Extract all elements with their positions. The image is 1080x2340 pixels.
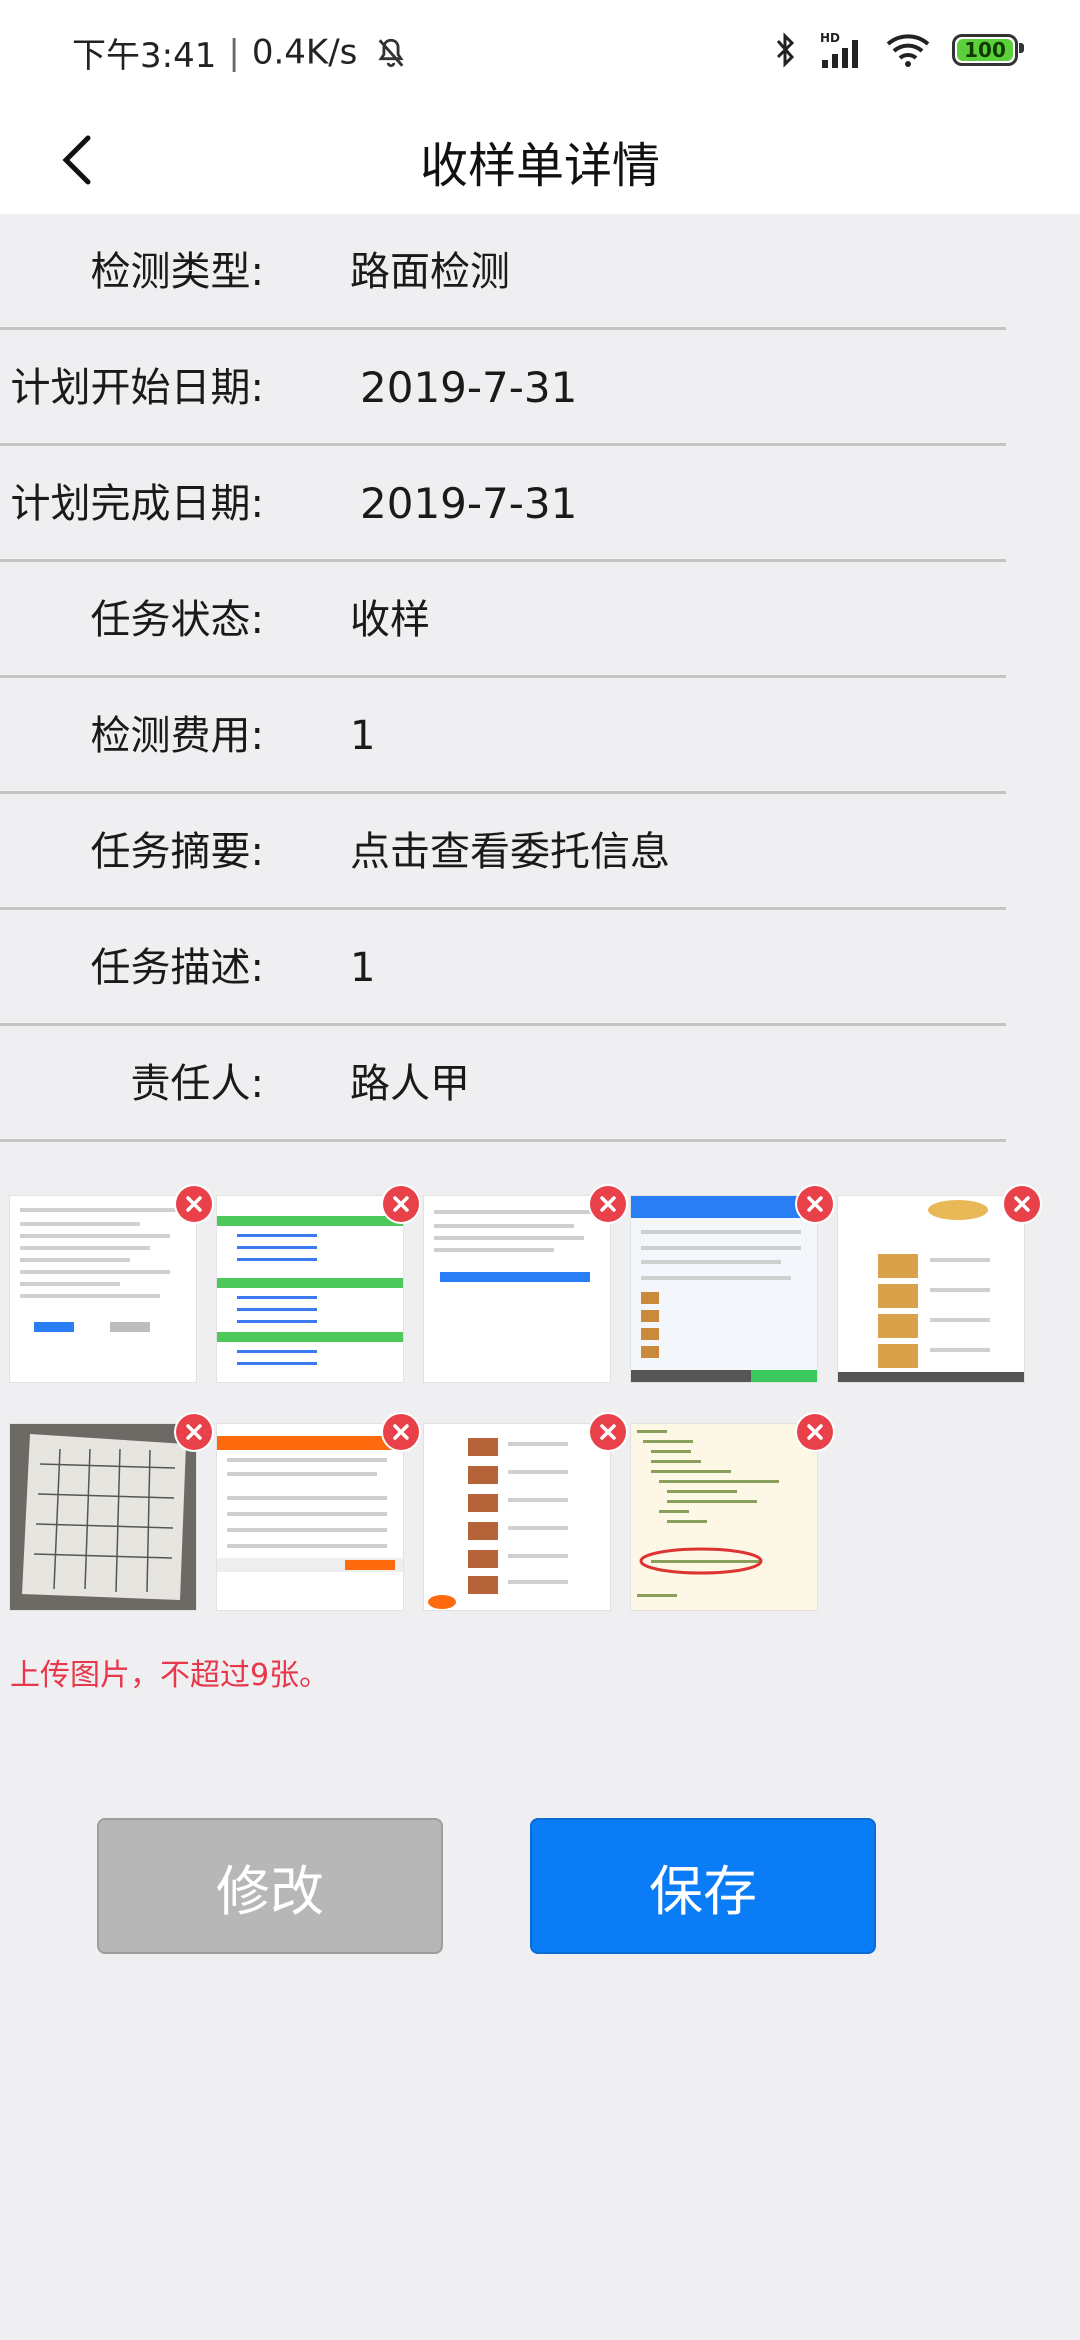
close-icon — [600, 1424, 616, 1440]
field-row-owner: 责任人: 路人甲 — [0, 1026, 1006, 1142]
status-left: 下午3:41 | 0.4K/s — [72, 28, 408, 77]
field-label: 计划开始日期: — [10, 365, 264, 411]
upload-hint: 上传图片，不超过9张。 — [10, 1658, 330, 1693]
remove-image-button[interactable] — [797, 1186, 833, 1222]
wifi-icon — [886, 34, 930, 67]
remove-image-button[interactable] — [797, 1414, 833, 1450]
field-label: 检测费用: — [90, 713, 264, 759]
screenshot-thumbnail — [217, 1196, 403, 1382]
network-speed: 0.4K/s — [251, 32, 358, 73]
page-title: 收样单详情 — [419, 138, 660, 194]
remove-image-button[interactable] — [590, 1186, 626, 1222]
close-icon — [807, 1424, 823, 1440]
edit-button[interactable]: 修改 — [97, 1818, 443, 1954]
screenshot-thumbnail — [424, 1196, 610, 1382]
field-row-summary: 任务摘要: 点击查看委托信息 — [0, 794, 1006, 910]
photo-thumbnail — [10, 1424, 196, 1610]
header: 收样单详情 — [0, 100, 1080, 214]
field-value: 路人甲 — [350, 1061, 470, 1107]
status-bar: 下午3:41 | 0.4K/s HD 100 — [0, 0, 1080, 100]
summary-link[interactable]: 点击查看委托信息 — [350, 794, 670, 910]
image-thumbnail[interactable] — [424, 1424, 610, 1610]
image-thumbnail[interactable] — [217, 1196, 403, 1382]
field-row-fee: 检测费用: 1 — [0, 678, 1006, 794]
close-icon — [186, 1196, 202, 1212]
status-right: HD 100 — [774, 26, 1024, 74]
field-value[interactable]: 1 — [350, 678, 375, 794]
remove-image-button[interactable] — [176, 1414, 212, 1450]
remove-image-button[interactable] — [1004, 1186, 1040, 1222]
detail-form: 检测类型: 路面检测 计划开始日期: 2019-7-31 计划完成日期: 201… — [0, 214, 1006, 1142]
field-value[interactable]: 2019-7-31 — [360, 330, 577, 446]
field-value[interactable]: 1 — [350, 910, 375, 1026]
field-label: 检测类型: — [90, 249, 264, 295]
code-thumbnail — [631, 1424, 817, 1610]
remove-image-button[interactable] — [383, 1186, 419, 1222]
image-thumbnail[interactable] — [217, 1424, 403, 1610]
image-thumbnail[interactable] — [10, 1196, 196, 1382]
field-row-start-date: 计划开始日期: 2019-7-31 — [0, 330, 1006, 446]
field-value: 收样 — [350, 597, 430, 643]
status-time: 下午3:41 — [72, 36, 217, 76]
close-icon — [393, 1424, 409, 1440]
bluetooth-icon — [776, 32, 795, 68]
remove-image-button[interactable] — [176, 1186, 212, 1222]
close-icon — [1014, 1196, 1030, 1212]
screenshot-thumbnail — [10, 1196, 196, 1382]
image-thumbnail[interactable] — [631, 1196, 817, 1382]
screenshot-thumbnail — [838, 1196, 1024, 1382]
field-label: 任务描述: — [90, 945, 264, 991]
battery-icon: 100 — [952, 34, 1024, 66]
field-row-end-date: 计划完成日期: 2019-7-31 — [0, 446, 1006, 562]
image-thumbnail[interactable] — [631, 1424, 817, 1610]
hd-signal-icon: HD — [820, 31, 858, 68]
battery-level: 100 — [964, 38, 1006, 62]
field-row-status: 任务状态: 收样 — [0, 562, 1006, 678]
screenshot-thumbnail — [631, 1196, 817, 1382]
close-icon — [807, 1196, 823, 1212]
field-label: 责任人: — [130, 1061, 264, 1107]
image-thumbnail[interactable] — [10, 1424, 196, 1610]
remove-image-button[interactable] — [590, 1414, 626, 1450]
field-label: 任务摘要: — [90, 829, 264, 875]
bell-off-icon — [378, 38, 404, 67]
field-row-description: 任务描述: 1 — [0, 910, 1006, 1026]
close-icon — [186, 1424, 202, 1440]
status-separator: | — [228, 32, 240, 73]
close-icon — [393, 1196, 409, 1212]
screenshot-thumbnail — [217, 1424, 403, 1610]
field-label: 计划完成日期: — [10, 481, 264, 527]
screenshot-thumbnail — [424, 1424, 610, 1610]
image-thumbnail[interactable] — [838, 1196, 1024, 1382]
field-value: 路面检测 — [350, 249, 510, 295]
remove-image-button[interactable] — [383, 1414, 419, 1450]
field-value[interactable]: 2019-7-31 — [360, 446, 577, 562]
field-row-type: 检测类型: 路面检测 — [0, 214, 1006, 330]
field-label: 任务状态: — [90, 597, 264, 643]
save-button[interactable]: 保存 — [530, 1818, 876, 1954]
close-icon — [600, 1196, 616, 1212]
image-thumbnail[interactable] — [424, 1196, 610, 1382]
svg-text:HD: HD — [820, 31, 840, 45]
